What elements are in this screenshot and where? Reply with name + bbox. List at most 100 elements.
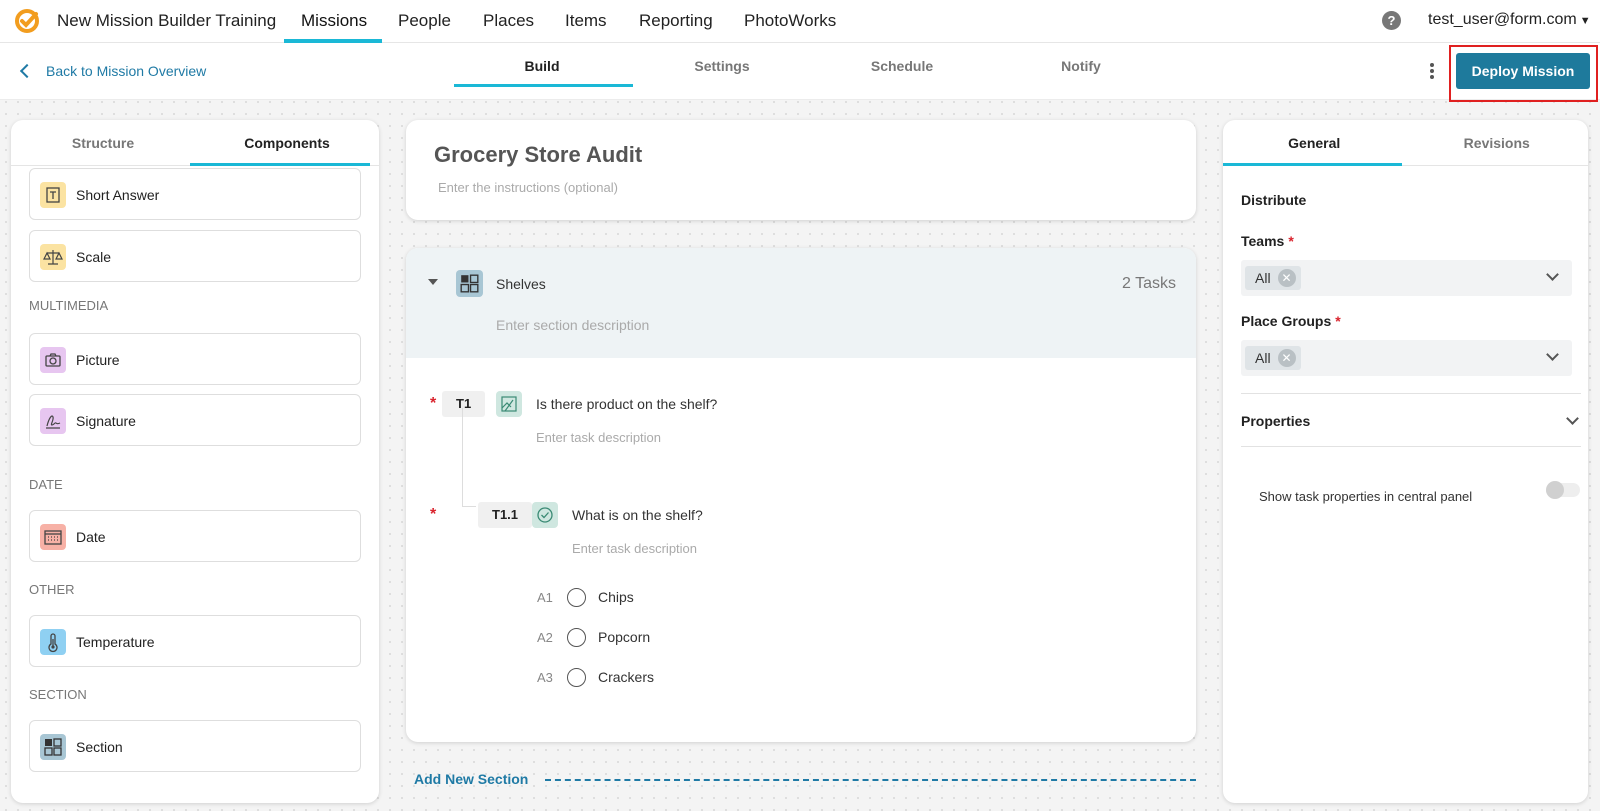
component-date[interactable]: Date — [29, 510, 361, 562]
back-to-mission-overview-link[interactable]: Back to Mission Overview — [19, 63, 206, 79]
required-marker: * — [1288, 233, 1294, 249]
section-grid-icon — [40, 734, 66, 760]
heading-section: SECTION — [29, 687, 87, 702]
component-label: Temperature — [76, 634, 155, 650]
task-tree-connector — [462, 506, 476, 507]
section-description-input[interactable]: Enter section description — [496, 317, 649, 333]
tab-structure[interactable]: Structure — [11, 135, 195, 151]
components-panel: Structure Components Short Answer Scale … — [11, 120, 379, 803]
nav-reporting[interactable]: Reporting — [639, 11, 713, 31]
right-panel-tabs: General Revisions — [1223, 120, 1588, 166]
chevron-down-icon[interactable] — [1566, 412, 1579, 425]
component-signature[interactable]: Signature — [29, 394, 361, 446]
component-scale[interactable]: Scale — [29, 230, 361, 282]
properties-panel: General Revisions Distribute Teams * All … — [1223, 120, 1588, 803]
section-card: Shelves 2 Tasks Enter section descriptio… — [406, 248, 1196, 742]
component-label: Signature — [76, 413, 136, 429]
caret-down-icon: ▼ — [1579, 15, 1591, 27]
place-groups-label-text: Place Groups — [1241, 313, 1332, 329]
add-new-section-link[interactable]: Add New Section — [414, 771, 528, 787]
mission-subheader: Back to Mission Overview Build Settings … — [0, 43, 1600, 102]
collapse-caret-icon[interactable] — [428, 279, 438, 285]
teams-select[interactable]: All ✕ — [1241, 260, 1572, 296]
step-tab-settings[interactable]: Settings — [632, 58, 812, 74]
user-email: test_user@form.com — [1428, 11, 1577, 28]
left-tab-active-indicator — [190, 163, 370, 166]
right-tab-active-indicator — [1223, 163, 1402, 166]
mission-title-card: Grocery Store Audit Enter the instructio… — [406, 120, 1196, 220]
user-menu[interactable]: test_user@form.com ▼ — [1428, 11, 1591, 29]
heading-multimedia: MULTIMEDIA — [29, 298, 109, 313]
chevron-down-icon[interactable] — [1546, 268, 1559, 281]
remove-chip-icon[interactable]: ✕ — [1277, 269, 1296, 287]
component-label: Date — [76, 529, 106, 545]
toggle-knob — [1546, 481, 1564, 499]
left-panel-tabs: Structure Components — [11, 120, 379, 166]
deploy-mission-button[interactable]: Deploy Mission — [1456, 53, 1590, 89]
component-temperature[interactable]: Temperature — [29, 615, 361, 667]
properties-heading[interactable]: Properties — [1241, 413, 1310, 429]
task-description-input[interactable]: Enter task description — [572, 541, 697, 556]
answer-radio-a2[interactable] — [567, 628, 586, 647]
teams-chip-value: All — [1255, 270, 1271, 286]
tab-components[interactable]: Components — [195, 135, 379, 151]
step-tab-schedule[interactable]: Schedule — [812, 58, 992, 74]
teams-label-text: Teams — [1241, 233, 1285, 249]
divider — [1241, 393, 1581, 394]
section-task-count: 2 Tasks — [1122, 275, 1176, 292]
instructions-input[interactable]: Enter the instructions (optional) — [438, 180, 618, 195]
divider — [1241, 446, 1581, 447]
form-logo-icon[interactable] — [14, 8, 40, 34]
scale-balance-icon — [40, 244, 66, 270]
component-label: Section — [76, 739, 123, 755]
distribute-heading: Distribute — [1241, 192, 1307, 208]
show-task-properties-label: Show task properties in central panel — [1259, 489, 1473, 504]
signature-icon — [40, 408, 66, 434]
teams-chip: All ✕ — [1245, 266, 1301, 290]
step-tab-notify[interactable]: Notify — [991, 58, 1171, 74]
section-grid-icon — [456, 270, 483, 297]
remove-chip-icon[interactable]: ✕ — [1277, 349, 1296, 367]
camera-icon — [40, 347, 66, 373]
step-tab-build[interactable]: Build — [452, 58, 632, 74]
required-marker: * — [1335, 313, 1341, 329]
nav-people[interactable]: People — [398, 11, 451, 31]
help-icon[interactable]: ? — [1382, 11, 1401, 30]
task-question-t1-1[interactable]: What is on the shelf? — [572, 507, 703, 523]
heading-other: OTHER — [29, 582, 75, 597]
task-question-t1[interactable]: Is there product on the shelf? — [536, 396, 717, 412]
step-active-indicator — [454, 84, 633, 87]
place-groups-select[interactable]: All ✕ — [1241, 340, 1572, 376]
section-name[interactable]: Shelves — [496, 276, 546, 292]
task-description-input[interactable]: Enter task description — [536, 430, 661, 445]
section-header: Shelves 2 Tasks Enter section descriptio… — [406, 248, 1196, 358]
component-short-answer[interactable]: Short Answer — [29, 168, 361, 220]
component-picture[interactable]: Picture — [29, 333, 361, 385]
mission-title[interactable]: Grocery Store Audit — [434, 142, 642, 168]
task-tree-connector — [462, 408, 463, 506]
answer-label-a3: A3 — [537, 670, 553, 685]
calendar-icon — [40, 524, 66, 550]
teams-label: Teams * — [1241, 233, 1294, 249]
nav-items[interactable]: Items — [565, 11, 607, 31]
answer-text-a2[interactable]: Popcorn — [598, 629, 650, 645]
tab-revisions[interactable]: Revisions — [1406, 135, 1589, 151]
tab-general[interactable]: General — [1223, 135, 1406, 151]
top-navigation: New Mission Builder Training Missions Pe… — [0, 0, 1600, 43]
answer-radio-a1[interactable] — [567, 588, 586, 607]
nav-places[interactable]: Places — [483, 11, 534, 31]
app-title[interactable]: New Mission Builder Training — [57, 11, 276, 31]
show-task-properties-toggle[interactable] — [1546, 481, 1580, 499]
chevron-left-icon — [19, 63, 35, 79]
more-options-icon[interactable] — [1428, 61, 1436, 81]
answer-text-a1[interactable]: Chips — [598, 589, 634, 605]
place-groups-chip-value: All — [1255, 350, 1271, 366]
nav-photoworks[interactable]: PhotoWorks — [744, 11, 836, 31]
nav-missions[interactable]: Missions — [301, 11, 367, 31]
answer-radio-a3[interactable] — [567, 668, 586, 687]
component-section[interactable]: Section — [29, 720, 361, 772]
chevron-down-icon[interactable] — [1546, 348, 1559, 361]
answer-text-a3[interactable]: Crackers — [598, 669, 654, 685]
required-marker: * — [430, 395, 437, 412]
thermometer-icon — [40, 629, 66, 655]
